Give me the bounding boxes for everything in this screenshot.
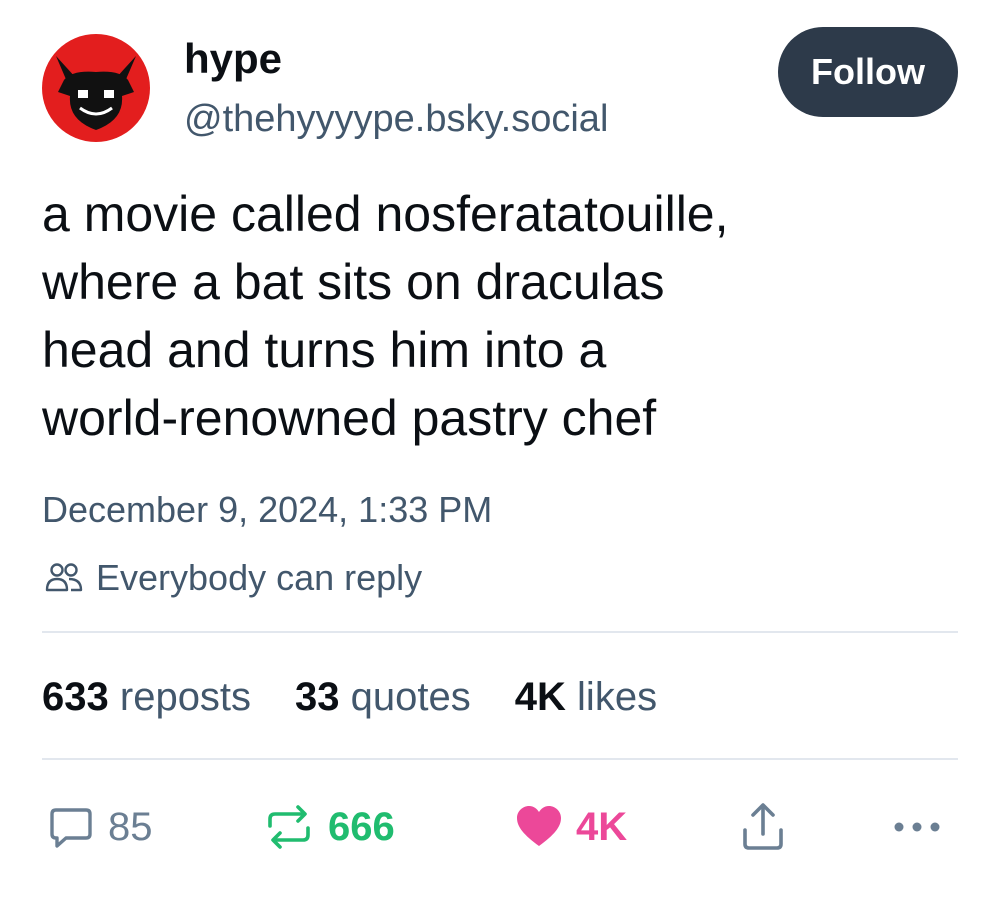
- divider: [42, 758, 958, 760]
- quotes-stat[interactable]: 33 quotes: [295, 672, 471, 722]
- repost-button[interactable]: 666: [262, 795, 395, 859]
- likes-stat[interactable]: 4K likes: [515, 672, 657, 722]
- reply-setting-label: Everybody can reply: [96, 557, 423, 598]
- ellipsis-icon: [894, 822, 940, 832]
- likes-count: 4K: [514, 675, 566, 719]
- author-handle[interactable]: @thehyyyype.bsky.social: [184, 96, 608, 142]
- reply-setting: Everybody can reply: [42, 556, 422, 600]
- share-icon: [743, 803, 783, 850]
- post-text-line: head and turns him into a: [42, 322, 607, 378]
- post-text-line: where a bat sits on draculas: [42, 254, 665, 310]
- share-button[interactable]: [738, 795, 788, 859]
- follow-button[interactable]: Follow: [778, 27, 958, 117]
- divider: [42, 631, 958, 633]
- reposts-label: reposts: [119, 675, 252, 719]
- quotes-count: 33: [295, 675, 340, 719]
- quotes-label: quotes: [350, 675, 471, 719]
- repost-icon: [268, 805, 310, 849]
- reposts-stat[interactable]: 633 reposts: [42, 672, 251, 722]
- like-count: 4K: [576, 805, 628, 849]
- like-button[interactable]: 4K: [514, 795, 627, 859]
- author-avatar[interactable]: [42, 34, 150, 142]
- repost-count: 666: [328, 805, 395, 849]
- post-actions-bar: 85 666 4K: [0, 795, 1000, 859]
- more-options-button[interactable]: [890, 795, 944, 859]
- people-icon: [45, 563, 83, 592]
- post-text: a movie called nosferatatouille, where a…: [42, 180, 942, 452]
- reply-button[interactable]: 85: [46, 795, 153, 859]
- heart-icon: [517, 806, 561, 846]
- red-devil-avatar-icon: [42, 34, 150, 142]
- speech-bubble-icon: [50, 808, 92, 848]
- likes-label: likes: [577, 675, 658, 719]
- post-text-line: a movie called nosferatatouille,: [42, 186, 729, 242]
- author-display-name[interactable]: hype: [184, 34, 282, 84]
- post-thread-view: hype @thehyyyype.bsky.social Follow a mo…: [0, 0, 1000, 897]
- engagement-stats: 633 reposts 33 quotes 4K likes: [42, 672, 657, 722]
- post-timestamp[interactable]: December 9, 2024, 1:33 PM: [42, 488, 492, 532]
- reply-count: 85: [108, 805, 153, 849]
- post-text-line: world-renowned pastry chef: [42, 390, 657, 446]
- reposts-count: 633: [42, 675, 109, 719]
